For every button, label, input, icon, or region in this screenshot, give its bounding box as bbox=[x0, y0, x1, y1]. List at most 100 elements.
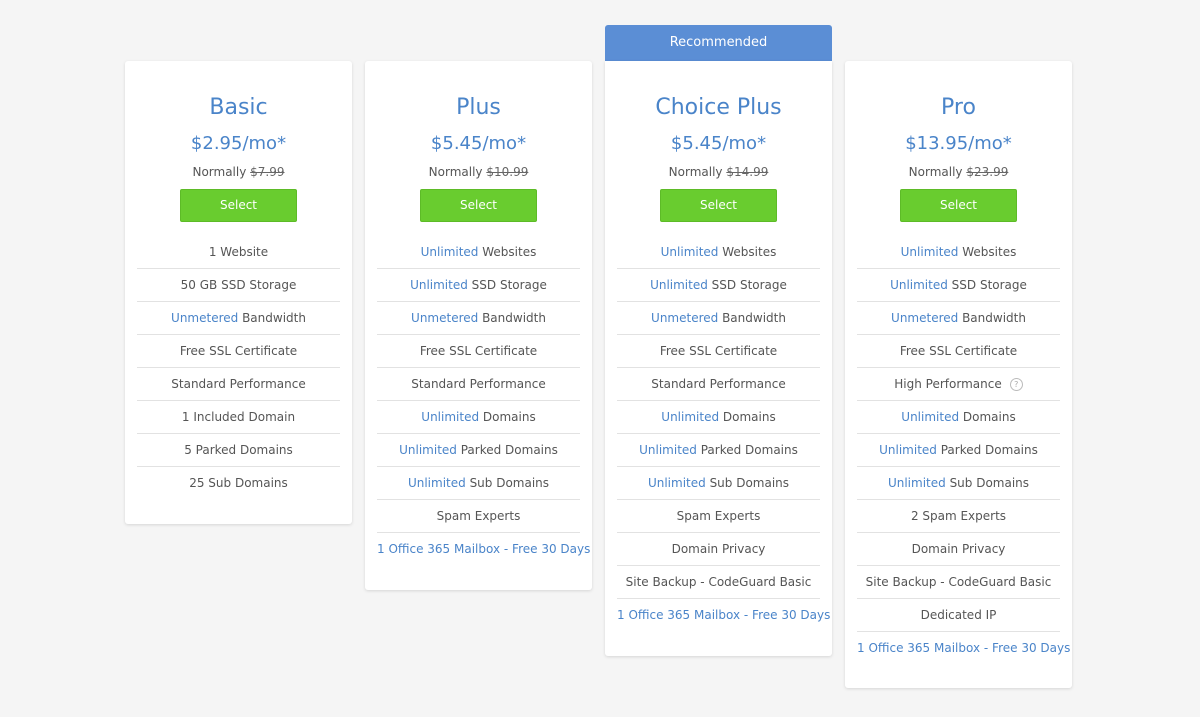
feature-text: Standard Performance bbox=[411, 377, 546, 391]
plan-price: $2.95/mo* bbox=[190, 133, 287, 154]
feature-text: SSD Storage bbox=[467, 278, 547, 292]
feature-highlight: Unmetered bbox=[411, 311, 479, 325]
plan-normal-price: Normally $10.99 bbox=[365, 164, 592, 180]
select-plus-button[interactable]: Select bbox=[420, 189, 537, 222]
feature-text: Free SSL Certificate bbox=[179, 344, 298, 358]
feature-item: Unlimited Sub Domains bbox=[617, 467, 820, 500]
feature-list: Unlimited Websites Unlimited SSD Storage U… bbox=[617, 236, 830, 631]
office365-offer-link[interactable]: 1 Office 365 Mailbox - Free 30 Days bbox=[377, 542, 590, 556]
normal-label: Normally bbox=[908, 165, 963, 179]
feature-item: Domain Privacy bbox=[617, 533, 820, 566]
pricing-section: Recommended Basic $2.95/mo* Normally $7.… bbox=[0, 0, 1200, 717]
original-price: $10.99 bbox=[486, 165, 529, 179]
feature-highlight: Unlimited bbox=[650, 278, 708, 292]
plan-name: Plus bbox=[456, 95, 501, 120]
feature-highlight: Unlimited bbox=[399, 443, 457, 457]
feature-list: Unlimited Websites Unlimited SSD Storage U… bbox=[857, 236, 1070, 664]
feature-item: Free SSL Certificate bbox=[377, 335, 580, 368]
feature-item: Spam Experts bbox=[617, 500, 820, 533]
feature-text: Free SSL Certificate bbox=[419, 344, 538, 358]
feature-text: Sub Domains bbox=[465, 476, 550, 490]
feature-item: Unlimited Websites bbox=[857, 236, 1060, 269]
plan-normal-price: Normally $14.99 bbox=[605, 164, 832, 180]
plan-card-pro: Pro $13.95/mo* Normally $23.99 Select Un… bbox=[845, 61, 1072, 688]
plan-card-plus: Plus $5.45/mo* Normally $10.99 Select Un… bbox=[365, 61, 592, 590]
select-basic-button[interactable]: Select bbox=[180, 189, 297, 222]
feature-item: Spam Experts bbox=[377, 500, 580, 533]
feature-item: Unlimited SSD Storage bbox=[377, 269, 580, 302]
feature-item: Free SSL Certificate bbox=[617, 335, 820, 368]
feature-item: Unmetered Bandwidth bbox=[137, 302, 340, 335]
feature-text: Site Backup - CodeGuard Basic bbox=[865, 575, 1052, 589]
feature-text: Dedicated IP bbox=[920, 608, 997, 622]
feature-item: Unlimited Parked Domains bbox=[617, 434, 820, 467]
original-price: $7.99 bbox=[250, 165, 285, 179]
feature-item: Free SSL Certificate bbox=[857, 335, 1060, 368]
feature-highlight: Unlimited bbox=[901, 410, 960, 424]
feature-item: 50 GB SSD Storage bbox=[137, 269, 340, 302]
feature-text: 1 Website bbox=[208, 245, 269, 259]
feature-item: Site Backup - CodeGuard Basic bbox=[857, 566, 1060, 599]
feature-item: 1 Website bbox=[137, 236, 340, 269]
feature-highlight: Unlimited bbox=[639, 443, 697, 457]
office365-offer-link[interactable]: 1 Office 365 Mailbox - Free 30 Days bbox=[857, 641, 1070, 655]
feature-item: Unmetered Bandwidth bbox=[617, 302, 820, 335]
feature-item: Unlimited Domains bbox=[617, 401, 820, 434]
feature-text: Bandwidth bbox=[958, 311, 1026, 325]
feature-item: Unlimited SSD Storage bbox=[857, 269, 1060, 302]
plan-card-basic: Basic $2.95/mo* Normally $7.99 Select 1 … bbox=[125, 61, 352, 524]
feature-highlight: Unlimited bbox=[890, 278, 948, 292]
feature-item: Unlimited Sub Domains bbox=[857, 467, 1060, 500]
help-icon[interactable]: ? bbox=[1009, 378, 1023, 391]
feature-text: SSD Storage bbox=[707, 278, 787, 292]
feature-text: 5 Parked Domains bbox=[184, 443, 293, 457]
feature-item: High Performance? bbox=[857, 368, 1060, 401]
feature-highlight: Unlimited bbox=[647, 476, 706, 490]
feature-text: Bandwidth bbox=[238, 311, 306, 325]
feature-highlight: Unlimited bbox=[421, 410, 480, 424]
plan-name: Basic bbox=[209, 95, 268, 120]
feature-item: Domain Privacy bbox=[857, 533, 1060, 566]
feature-text: 25 Sub Domains bbox=[189, 476, 288, 490]
feature-item: Unmetered Bandwidth bbox=[377, 302, 580, 335]
feature-list: Unlimited Websites Unlimited SSD Storage U… bbox=[377, 236, 590, 565]
feature-text: Bandwidth bbox=[478, 311, 546, 325]
feature-text: SSD Storage bbox=[947, 278, 1027, 292]
feature-item: 1 Included Domain bbox=[137, 401, 340, 434]
feature-highlight: Unlimited bbox=[410, 278, 468, 292]
feature-item: 25 Sub Domains bbox=[137, 467, 340, 499]
select-pro-button[interactable]: Select bbox=[900, 189, 1017, 222]
feature-highlight: Unlimited bbox=[420, 245, 479, 259]
feature-text: High Performance bbox=[894, 377, 1002, 391]
feature-highlight: Unmetered bbox=[891, 311, 959, 325]
feature-text: Parked Domains bbox=[696, 443, 798, 457]
feature-text: Site Backup - CodeGuard Basic bbox=[625, 575, 812, 589]
feature-highlight: Unlimited bbox=[661, 410, 720, 424]
feature-text: Domains bbox=[479, 410, 536, 424]
feature-text: Domain Privacy bbox=[671, 542, 766, 556]
feature-item: Unlimited Domains bbox=[377, 401, 580, 434]
plan-name: Choice Plus bbox=[655, 95, 782, 120]
feature-text: 2 Spam Experts bbox=[910, 509, 1007, 523]
feature-highlight: Unmetered bbox=[651, 311, 719, 325]
feature-highlight: Unlimited bbox=[660, 245, 719, 259]
feature-text: Free SSL Certificate bbox=[899, 344, 1018, 358]
feature-text: Domains bbox=[719, 410, 776, 424]
feature-item: Standard Performance bbox=[137, 368, 340, 401]
plan-card-choice-plus: Choice Plus $5.45/mo* Normally $14.99 Se… bbox=[605, 61, 832, 656]
normal-label: Normally bbox=[668, 165, 723, 179]
recommended-ribbon: Recommended bbox=[605, 25, 832, 61]
feature-highlight: Unmetered bbox=[171, 311, 239, 325]
original-price: $23.99 bbox=[966, 165, 1009, 179]
office365-offer-link[interactable]: 1 Office 365 Mailbox - Free 30 Days bbox=[617, 608, 830, 622]
feature-text: Domain Privacy bbox=[911, 542, 1006, 556]
normal-label: Normally bbox=[192, 165, 247, 179]
feature-text: 1 Included Domain bbox=[181, 410, 296, 424]
feature-item: 5 Parked Domains bbox=[137, 434, 340, 467]
select-choice-plus-button[interactable]: Select bbox=[660, 189, 777, 222]
original-price: $14.99 bbox=[726, 165, 769, 179]
feature-item: Free SSL Certificate bbox=[137, 335, 340, 368]
feature-list: 1 Website 50 GB SSD Storage Unmetered Band… bbox=[137, 236, 340, 499]
plan-price: $5.45/mo* bbox=[670, 133, 767, 154]
feature-item: Unlimited Parked Domains bbox=[857, 434, 1060, 467]
